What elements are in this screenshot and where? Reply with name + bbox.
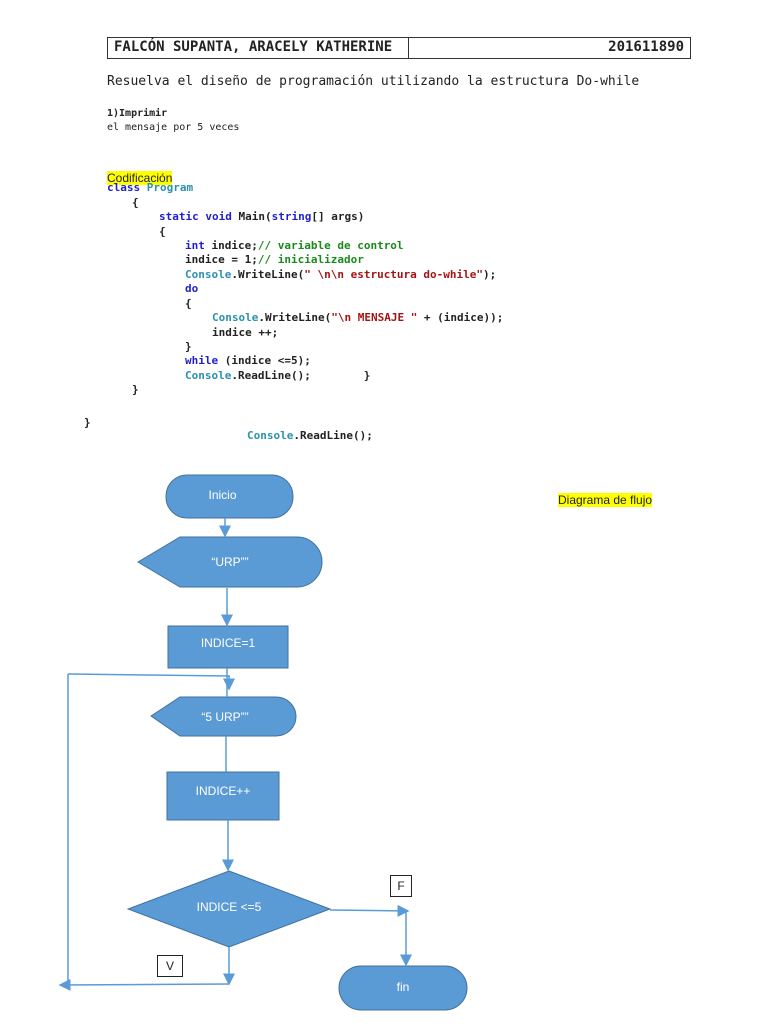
output2-label: “5 URP”” [201, 710, 249, 724]
increment-label: INDICE++ [195, 784, 251, 798]
start-label: Inicio [208, 488, 237, 502]
assign-label: INDICE=1 [200, 636, 256, 650]
decision-label: INDICE <=5 [196, 900, 262, 914]
end-label: fin [396, 980, 410, 994]
true-label: V [157, 955, 183, 977]
flowchart [58, 474, 468, 1011]
false-label: F [390, 875, 412, 897]
output1-label: “URP”” [211, 555, 249, 569]
document-page: FALCÓN SUPANTA, ARACELY KATHERINE 201611… [0, 0, 768, 1024]
